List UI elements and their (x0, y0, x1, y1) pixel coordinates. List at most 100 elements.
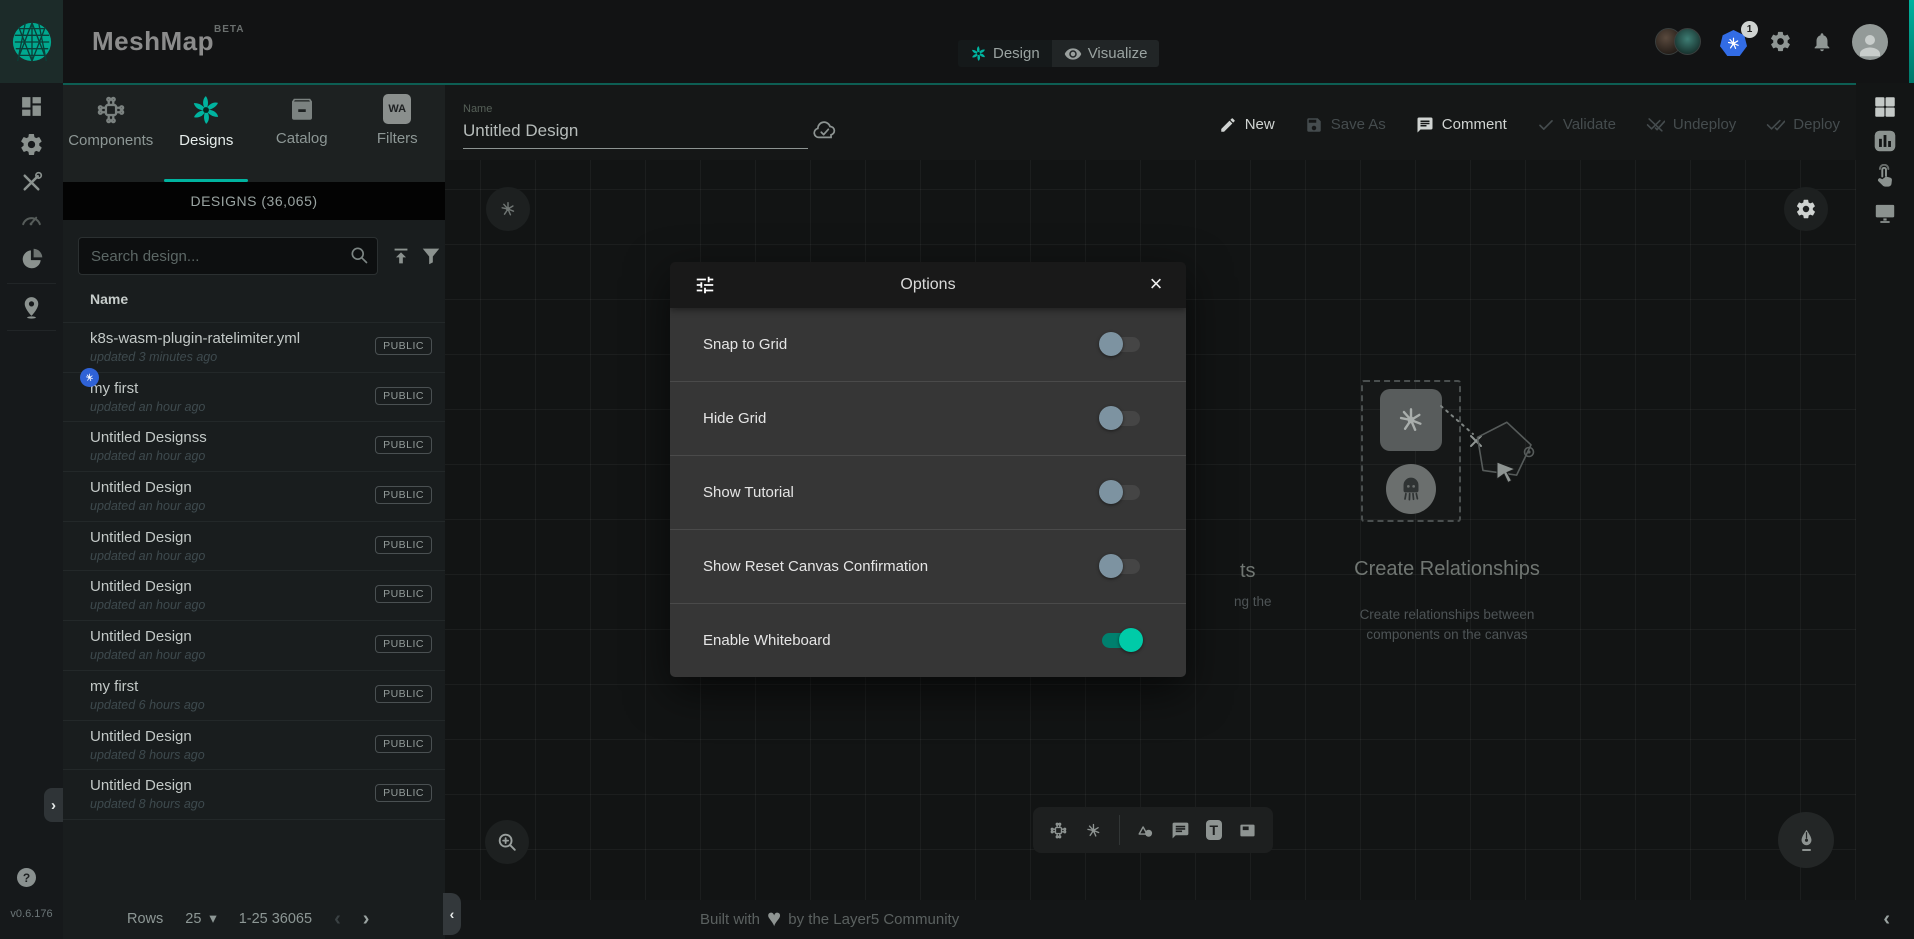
design-list-item[interactable]: k8s-wasm-plugin-ratelimiter.yml updated … (63, 323, 445, 373)
tab-filters[interactable]: WA Filters (350, 85, 446, 182)
display-monitor-icon[interactable] (1872, 200, 1898, 226)
text-tool-icon[interactable]: T (1206, 820, 1222, 840)
validate-button[interactable]: Validate (1537, 116, 1616, 134)
version-label: v0.6.176 (0, 908, 63, 920)
comment-icon (1416, 116, 1434, 134)
design-name: Untitled Design (90, 578, 192, 595)
zoom-button[interactable] (485, 820, 529, 864)
settings-gear-icon[interactable] (1769, 30, 1792, 53)
hide-grid-toggle[interactable] (1102, 411, 1140, 426)
design-name-input[interactable] (463, 115, 808, 149)
performance-gauge-icon[interactable] (19, 207, 44, 232)
tab-components[interactable]: Components (63, 85, 159, 182)
visibility-badge: PUBLIC (375, 436, 432, 454)
search-design-input[interactable] (78, 237, 378, 275)
pencil-icon (1219, 116, 1237, 134)
meshery-swirl-icon (190, 94, 222, 126)
snap-to-grid-toggle[interactable] (1102, 337, 1140, 352)
design-name: Untitled Design (90, 479, 192, 496)
design-list-item[interactable]: Untitled Design updated an hour ago PUBL… (63, 621, 445, 671)
design-updated: updated an hour ago (90, 598, 205, 612)
undeploy-button[interactable]: Undeploy (1646, 115, 1736, 134)
import-design-icon[interactable] (390, 245, 412, 267)
top-header-bar: MeshMapBETA Design Visualize 1 (0, 0, 1914, 83)
image-tool-icon[interactable] (1238, 819, 1257, 842)
option-row-enable-whiteboard: Enable Whiteboard (670, 603, 1186, 677)
save-as-button[interactable]: Save As (1305, 116, 1386, 134)
check-icon (1537, 116, 1555, 134)
tab-designs[interactable]: Designs (159, 85, 255, 182)
collapse-footer-button[interactable]: ‹ (1883, 908, 1890, 931)
design-list-item[interactable]: Untitled Design updated an hour ago PUBL… (63, 522, 445, 572)
enable-whiteboard-toggle[interactable] (1102, 633, 1140, 648)
new-design-button[interactable]: New (1219, 116, 1275, 134)
list-column-header: Name (90, 291, 128, 307)
eye-icon (1064, 45, 1082, 63)
comment-icon[interactable] (1171, 819, 1190, 842)
tutorial-card-title: Create Relationships (1297, 558, 1597, 581)
design-updated: updated an hour ago (90, 400, 205, 414)
help-button[interactable]: ? (17, 868, 36, 887)
search-icon[interactable] (349, 245, 369, 265)
layer5-logo[interactable] (0, 0, 63, 83)
visibility-badge: PUBLIC (375, 685, 432, 703)
rows-per-page-select[interactable]: 25 ▾ (185, 911, 216, 927)
dashboard-icon[interactable] (19, 94, 44, 119)
kubernetes-component-tile (1380, 389, 1442, 451)
user-account-avatar[interactable] (1852, 24, 1888, 60)
collaborator-avatars[interactable] (1655, 28, 1701, 55)
tab-design-mode[interactable]: Design (958, 40, 1052, 67)
canvas-actions: New Save As Comment Validate Undeploy (1219, 115, 1840, 134)
zoom-in-icon (496, 831, 518, 853)
chart-panel-icon[interactable] (1872, 128, 1898, 154)
design-list-item[interactable]: Untitled Designss updated an hour ago PU… (63, 422, 445, 472)
design-list-item[interactable]: Untitled Design updated an hour ago PUBL… (63, 472, 445, 522)
comment-button[interactable]: Comment (1416, 116, 1507, 134)
components-icon[interactable] (1049, 819, 1068, 842)
collapse-panel-button[interactable]: ‹ (443, 893, 461, 935)
visibility-badge: PUBLIC (375, 387, 432, 405)
tab-visualize-mode[interactable]: Visualize (1052, 40, 1160, 67)
lifecycle-gears-icon[interactable] (19, 132, 44, 157)
close-icon[interactable]: × (1142, 270, 1170, 298)
kubernetes-quick-button[interactable] (486, 187, 530, 231)
dock-divider (1119, 815, 1120, 845)
visibility-badge: PUBLIC (375, 337, 432, 355)
design-name: Untitled Designss (90, 429, 207, 446)
design-list-item[interactable]: Untitled Design updated 8 hours ago PUBL… (63, 721, 445, 771)
squid-icon (1395, 473, 1427, 505)
modal-title: Options (670, 276, 1186, 294)
whiteboard-pen-button[interactable] (1778, 812, 1834, 868)
filter-funnel-icon[interactable] (420, 245, 442, 267)
kubernetes-context-switcher[interactable]: 1 (1720, 27, 1750, 56)
toolkit-icon[interactable] (19, 170, 44, 195)
deploy-button[interactable]: Deploy (1766, 115, 1840, 134)
shapes-icon[interactable] (1136, 819, 1155, 842)
design-list-item[interactable]: my first updated 6 hours ago PUBLIC (63, 671, 445, 721)
collaborator-avatar-2[interactable] (1674, 28, 1701, 55)
meshmap-pin-icon[interactable] (19, 295, 44, 320)
next-page-button[interactable]: › (363, 909, 370, 929)
footer-bar: Built with ♥ by the Layer5 Community ‹ (445, 900, 1914, 939)
expand-rail-button[interactable]: › (44, 788, 63, 822)
previous-page-button[interactable]: ‹ (334, 909, 341, 929)
touch-interaction-icon[interactable] (1872, 164, 1898, 190)
canvas-toolbar: Name New Save As Comment (445, 85, 1856, 160)
canvas-options-button[interactable] (1784, 187, 1828, 231)
design-name: Untitled Design (90, 728, 192, 745)
design-list-item[interactable]: my first updated an hour ago PUBLIC (63, 373, 445, 423)
pagination-range: 1-25 36065 (239, 911, 312, 927)
tab-catalog[interactable]: Catalog (254, 85, 350, 182)
rows-label: Rows (127, 911, 163, 927)
design-list-item[interactable]: Untitled Design updated 8 hours ago PUBL… (63, 770, 445, 820)
heart-icon: ♥ (767, 909, 781, 929)
panels-grid-icon[interactable] (1872, 94, 1898, 120)
kubernetes-wheel-icon[interactable] (1084, 819, 1103, 842)
design-list-item[interactable]: Untitled Design updated an hour ago PUBL… (63, 571, 445, 621)
extensions-pie-icon[interactable] (19, 246, 45, 272)
show-reset-canvas-confirmation-toggle[interactable] (1102, 559, 1140, 574)
deploy-double-check-icon (1766, 115, 1785, 134)
designs-count-header: DESIGNS (36,065) (63, 182, 445, 220)
notifications-bell-icon[interactable] (1811, 31, 1833, 53)
show-tutorial-toggle[interactable] (1102, 485, 1140, 500)
